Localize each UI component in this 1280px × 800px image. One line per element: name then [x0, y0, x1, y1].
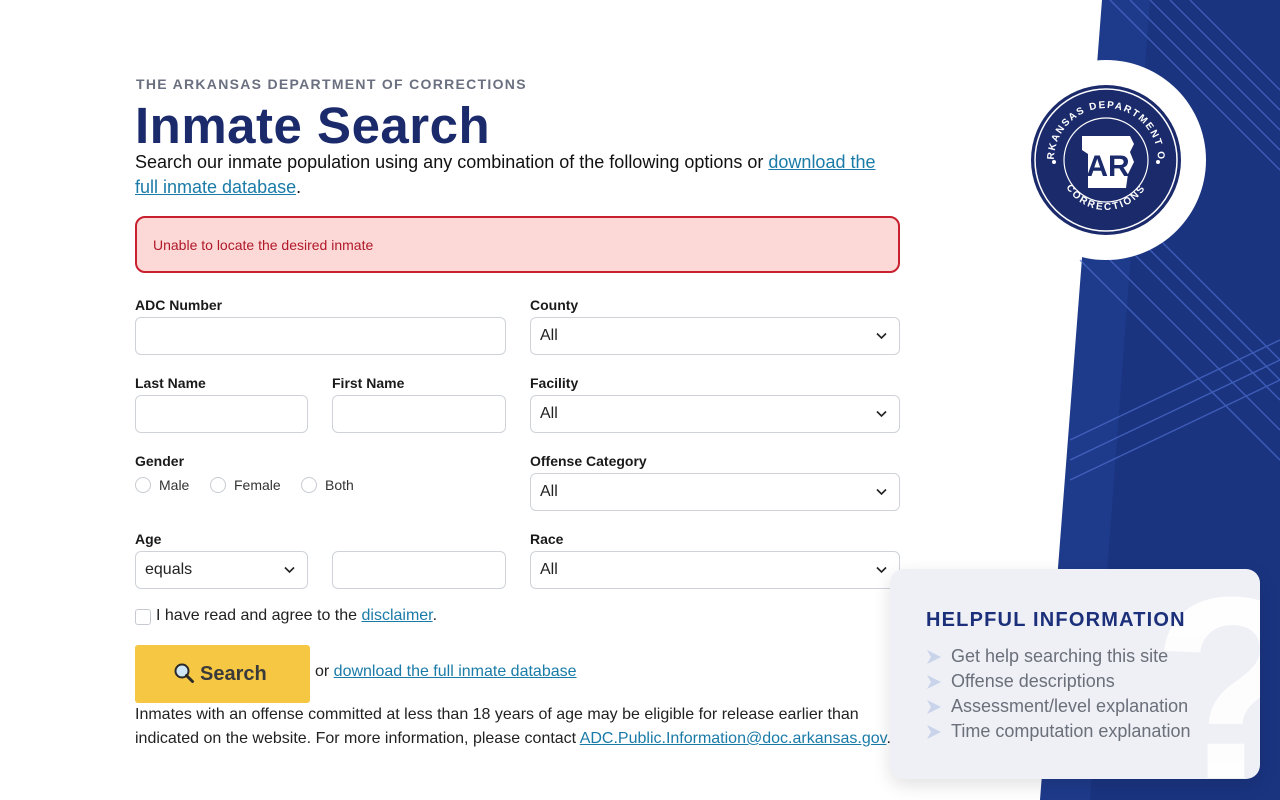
error-alert: Unable to locate the desired inmate — [135, 216, 900, 273]
agree-text-body: I have read and agree to the — [156, 607, 362, 624]
help-link-label: Time computation explanation — [951, 721, 1191, 741]
chevron-down-icon — [284, 566, 295, 574]
adc-number-label: ADC Number — [135, 297, 223, 313]
arrow-right-icon — [927, 650, 941, 664]
or-download-line: or download the full inmate database — [315, 663, 577, 681]
race-select-value: All — [540, 561, 558, 578]
age-label: Age — [135, 531, 162, 547]
arkansas-corrections-seal-icon: ARKANSAS DEPARTMENT OF CORRECTIONS AR — [1030, 84, 1181, 235]
offense-category-label: Offense Category — [530, 453, 647, 469]
last-name-input[interactable] — [135, 395, 308, 433]
seal-backdrop: ARKANSAS DEPARTMENT OF CORRECTIONS AR — [1006, 60, 1206, 260]
radio-circle[interactable] — [210, 477, 226, 493]
chevron-down-icon — [876, 488, 887, 496]
adc-number-input[interactable] — [135, 317, 506, 355]
help-link-label: Offense descriptions — [951, 671, 1115, 691]
age-operator-select[interactable]: equals — [135, 551, 308, 589]
facility-select-value: All — [540, 405, 558, 422]
disclaimer-agree-text: I have read and agree to the disclaimer. — [156, 607, 437, 625]
juvenile-release-notice: Inmates with an offense committed at les… — [135, 703, 905, 751]
department-eyebrow: THE ARKANSAS DEPARTMENT OF CORRECTIONS — [136, 76, 527, 92]
disclaimer-agree-checkbox[interactable] — [135, 609, 151, 625]
offense-category-select[interactable]: All — [530, 473, 900, 511]
chevron-down-icon — [876, 410, 887, 418]
radio-circle[interactable] — [135, 477, 151, 493]
search-icon — [174, 663, 194, 683]
question-mark-icon: ? — [1152, 569, 1260, 779]
county-select-value: All — [540, 327, 558, 344]
offense-category-select-value: All — [540, 483, 558, 500]
intro-text-end: . — [296, 177, 302, 197]
age-operator-value: equals — [145, 561, 193, 578]
gender-option-label: Male — [159, 477, 190, 493]
arrow-right-icon — [927, 725, 941, 739]
arrow-right-icon — [927, 675, 941, 689]
help-link-label: Assessment/level explanation — [951, 696, 1189, 716]
county-label: County — [530, 297, 579, 313]
agree-text-end: . — [432, 607, 438, 624]
seal-center-text: AR — [1086, 150, 1130, 183]
intro-text: Search our inmate population using any c… — [135, 150, 895, 200]
helpful-information-card: ? HELPFUL INFORMATION Get help searching… — [890, 569, 1260, 779]
search-button[interactable]: Search — [135, 645, 310, 703]
gender-option-label: Both — [325, 477, 354, 493]
gender-label: Gender — [135, 453, 185, 469]
last-name-label: Last Name — [135, 375, 206, 391]
chevron-down-icon — [876, 332, 887, 340]
helpful-information-title: HELPFUL INFORMATION — [926, 609, 1186, 631]
age-value-input[interactable] — [332, 551, 506, 589]
arrow-right-icon — [927, 700, 941, 714]
race-label: Race — [530, 531, 564, 547]
search-button-label: Search — [200, 663, 267, 685]
page-title: Inmate Search — [135, 97, 491, 154]
radio-circle[interactable] — [301, 477, 317, 493]
facility-label: Facility — [530, 375, 579, 391]
contact-email-link[interactable]: ADC.Public.Information@doc.arkansas.gov — [580, 730, 887, 747]
first-name-label: First Name — [332, 375, 405, 391]
or-text: or — [315, 663, 334, 680]
race-select[interactable]: All — [530, 551, 900, 589]
intro-text-body: Search our inmate population using any c… — [135, 152, 769, 172]
help-link-label: Get help searching this site — [951, 646, 1169, 666]
disclaimer-link[interactable]: disclaimer — [361, 607, 432, 624]
county-select[interactable]: All — [530, 317, 900, 355]
facility-select[interactable]: All — [530, 395, 900, 433]
error-alert-message: Unable to locate the desired inmate — [153, 237, 374, 253]
download-database-link[interactable]: download the full inmate database — [334, 663, 577, 680]
first-name-input[interactable] — [332, 395, 506, 433]
gender-option-label: Female — [234, 477, 281, 493]
chevron-down-icon — [876, 566, 887, 574]
